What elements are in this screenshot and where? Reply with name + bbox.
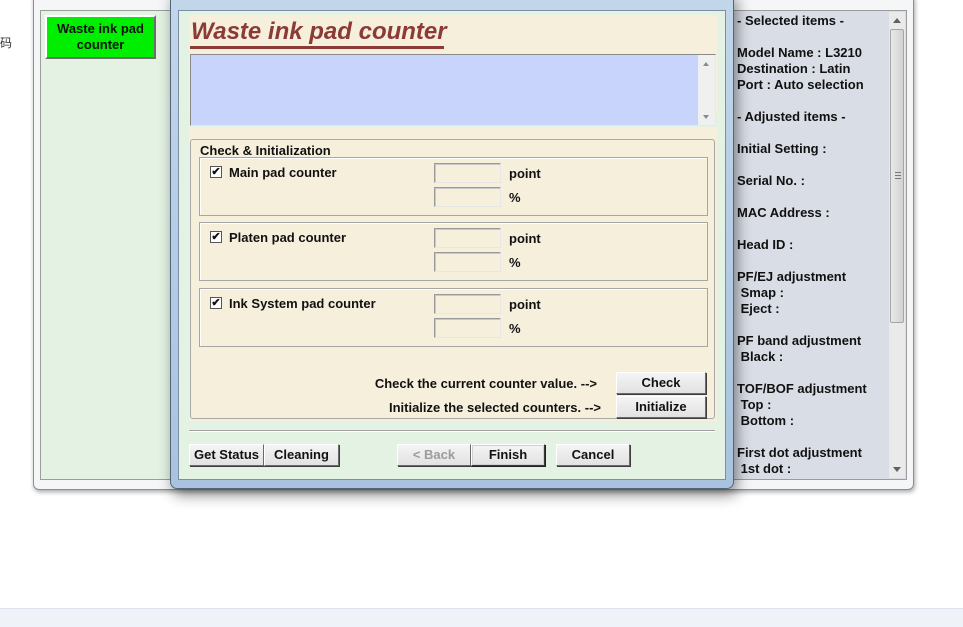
cancel-button[interactable]: Cancel: [556, 444, 630, 466]
scroll-up-arrow-icon[interactable]: [893, 18, 901, 23]
message-textbox[interactable]: [190, 54, 716, 126]
footer-separator: [189, 430, 715, 432]
main-pad-point-field[interactable]: [434, 163, 501, 183]
ink-system-pad-counter-checkbox[interactable]: ✔: [210, 297, 222, 309]
dialog-title: Waste ink pad counter: [191, 18, 447, 45]
platen-pad-counter-label: Platen pad counter: [229, 230, 347, 245]
ink-system-pad-percent-field[interactable]: [434, 318, 501, 338]
menu-button-label-line: counter: [76, 37, 125, 52]
percent-unit-label: %: [509, 255, 521, 270]
percent-unit-label: %: [509, 190, 521, 205]
menu-button-label-line: Waste ink pad: [57, 21, 144, 36]
check-button[interactable]: Check: [616, 372, 706, 394]
platen-pad-point-field[interactable]: [434, 228, 501, 248]
platen-pad-percent-field[interactable]: [434, 252, 501, 272]
main-pad-counter-label: Main pad counter: [229, 165, 337, 180]
check-init-area: Check & Initialization ✔ Main pad counte…: [189, 127, 717, 421]
scroll-down-arrow-icon[interactable]: [703, 115, 709, 119]
ink-system-pad-counter-box: ✔ Ink System pad counter point %: [199, 288, 708, 347]
main-pad-percent-field[interactable]: [434, 187, 501, 207]
main-pad-counter-checkbox[interactable]: ✔: [210, 166, 222, 178]
finish-button[interactable]: Finish: [471, 444, 545, 466]
taskbar-strip: [0, 608, 963, 627]
ink-system-pad-counter-label: Ink System pad counter: [229, 296, 376, 311]
point-unit-label: point: [509, 231, 541, 246]
platen-pad-counter-checkbox[interactable]: ✔: [210, 231, 222, 243]
scroll-down-arrow-icon[interactable]: [893, 467, 901, 472]
point-unit-label: point: [509, 166, 541, 181]
initialize-prompt: Initialize the selected counters. -->: [388, 400, 601, 415]
scroll-thumb[interactable]: [890, 29, 904, 323]
percent-unit-label: %: [509, 321, 521, 336]
background-partial-text: 码: [0, 36, 13, 50]
scroll-up-arrow-icon[interactable]: [703, 62, 709, 66]
info-panel: - Selected items - Model Name : L3210 De…: [729, 10, 907, 480]
ink-system-pad-point-field[interactable]: [434, 294, 501, 314]
title-underline: [190, 46, 444, 49]
selected-items-text: - Selected items - Model Name : L3210 De…: [737, 13, 867, 476]
main-pad-counter-box: ✔ Main pad counter point %: [199, 157, 708, 216]
get-status-button[interactable]: Get Status: [189, 444, 264, 466]
back-button[interactable]: < Back: [397, 444, 471, 466]
initialize-button[interactable]: Initialize: [616, 396, 706, 418]
dialog-client-area: Waste ink pad counter Check & Initializa…: [178, 10, 726, 480]
message-scrollbar[interactable]: [698, 55, 715, 125]
groupbox-label: Check & Initialization: [198, 143, 333, 158]
cleaning-button[interactable]: Cleaning: [264, 444, 339, 466]
point-unit-label: point: [509, 297, 541, 312]
waste-ink-pad-counter-dialog: Waste ink pad counter Check & Initializa…: [170, 0, 734, 489]
platen-pad-counter-box: ✔ Platen pad counter point %: [199, 222, 708, 281]
waste-ink-pad-counter-menu-button[interactable]: Waste ink pad counter: [45, 15, 156, 59]
scroll-grip-icon: [895, 172, 901, 179]
info-panel-scrollbar[interactable]: [889, 12, 905, 478]
check-prompt: Check the current counter value. -->: [374, 376, 597, 391]
